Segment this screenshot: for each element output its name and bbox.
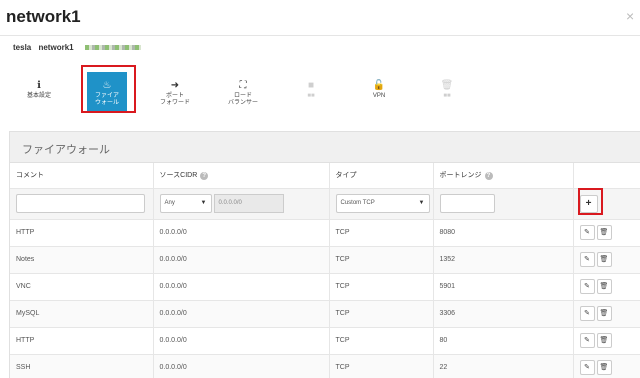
cell-actions: ✎ 🗑 [572, 219, 640, 247]
pencil-icon[interactable]: ✎ [579, 333, 595, 348]
info-icon: ℹ [37, 80, 41, 91]
pencil-icon[interactable]: ✎ [579, 252, 595, 267]
trash-icon[interactable]: 🗑 [596, 252, 612, 267]
cell-actions: ✎ 🗑 [572, 327, 640, 355]
table-row: HTTP 0.0.0.0/0 TCP 80 ✎ 🗑 [10, 327, 640, 355]
cell-type: TCP [328, 300, 433, 328]
cell-port: 5901 [432, 273, 573, 301]
tab-label-line2: バランサー [227, 100, 258, 106]
unlock-icon: 🔓 [372, 80, 386, 91]
table-row: Notes 0.0.0.0/0 TCP 1352 ✎ 🗑 [10, 246, 640, 274]
cell-comment: SSH [10, 354, 153, 378]
table-row: VNC 0.0.0.0/0 TCP 5901 ✎ 🗑 [10, 273, 640, 301]
disabled-square-icon: ■ [307, 80, 315, 91]
firewall-tab-highlight [81, 65, 136, 113]
cell-actions: ✎ 🗑 [572, 300, 640, 328]
cell-type: TCP [328, 246, 433, 274]
port-forward-icon: ➜ [170, 80, 180, 91]
breadcrumb-network: network1 [38, 43, 74, 52]
trash-icon[interactable]: 🗑 [596, 333, 612, 348]
type-select[interactable]: Custom TCP ▼ [335, 194, 430, 213]
cell-actions: ✎ 🗑 [572, 246, 640, 274]
cell-port: 80 [432, 327, 573, 355]
tab-label: ■■ [443, 93, 451, 99]
column-header-source-cidr: ソースCIDR? [152, 163, 329, 189]
cell-cidr: 0.0.0.0/0 [152, 300, 329, 328]
pencil-icon[interactable]: ✎ [579, 360, 595, 375]
tab-disabled-1: ■ ■■ [300, 80, 322, 100]
tab-label-line2: フォワード [159, 100, 190, 106]
window-title: network1 [6, 7, 81, 26]
tab-disabled-2: 🗑 ■■ [436, 80, 458, 100]
column-header-comment: コメント [10, 163, 153, 189]
column-header-port-range: ポートレンジ? [432, 163, 573, 189]
cell-comment: VNC [10, 273, 153, 301]
redacted-id [84, 45, 141, 51]
trash-icon: 🗑 [440, 80, 454, 91]
table-row: SSH 0.0.0.0/0 TCP 22 ✎ 🗑 [10, 354, 640, 378]
table-row: MySQL 0.0.0.0/0 TCP 3306 ✎ 🗑 [10, 300, 640, 328]
cell-cidr: 0.0.0.0/0 [152, 327, 329, 355]
tab-label: VPN [372, 93, 386, 99]
breadcrumb: tesla network1 [13, 43, 141, 52]
cidr-input: 0.0.0.0/0 [213, 194, 284, 213]
cell-cidr: 0.0.0.0/0 [152, 246, 329, 274]
tab-label: 基本設定 [26, 93, 51, 99]
tab-basic-settings[interactable]: ℹ 基本設定 [22, 80, 56, 100]
column-header-type: タイプ [328, 163, 433, 189]
cell-comment: HTTP [10, 327, 153, 355]
cell-type: TCP [328, 273, 433, 301]
cell-cidr: 0.0.0.0/0 [152, 219, 329, 247]
tab-load-balancer[interactable]: ⛶ ロード バランサー [221, 80, 265, 107]
load-balancer-icon: ⛶ [239, 80, 247, 91]
cell-port: 8080 [432, 219, 573, 247]
cell-type: TCP [328, 354, 433, 378]
firewall-panel: ファイアウォール コメント ソースCIDR? タイプ ポートレンジ? Any ▼ 0… [9, 131, 640, 378]
cell-comment: MySQL [10, 300, 153, 328]
cell-port: 3306 [432, 300, 573, 328]
pencil-icon[interactable]: ✎ [579, 306, 595, 321]
new-rule-row: Any ▼ 0.0.0.0/0 Custom TCP ▼ + [10, 188, 640, 220]
tab-port-forward[interactable]: ➜ ポート フォワード [155, 80, 195, 107]
cell-actions: ✎ 🗑 [572, 354, 640, 378]
cell-comment: HTTP [10, 219, 153, 247]
cidr-select[interactable]: Any ▼ [159, 194, 212, 213]
cell-type: TCP [328, 327, 433, 355]
caret-down-icon: ▼ [418, 200, 425, 206]
table-row: HTTP 0.0.0.0/0 TCP 8080 ✎ 🗑 [10, 219, 640, 247]
cell-type: TCP [328, 219, 433, 247]
cell-cidr: 0.0.0.0/0 [152, 354, 329, 378]
pencil-icon[interactable]: ✎ [579, 279, 595, 294]
tab-label: ■■ [307, 93, 315, 99]
cell-port: 1352 [432, 246, 573, 274]
breadcrumb-account[interactable]: tesla [13, 43, 31, 52]
trash-icon[interactable]: 🗑 [596, 279, 612, 294]
pencil-icon[interactable]: ✎ [579, 225, 595, 240]
cell-cidr: 0.0.0.0/0 [152, 273, 329, 301]
caret-down-icon: ▼ [200, 200, 207, 206]
trash-icon[interactable]: 🗑 [596, 360, 612, 375]
tab-label-line1: ロード [233, 93, 252, 99]
tab-label-line1: ポート [165, 93, 184, 99]
cell-comment: Notes [10, 246, 153, 274]
help-icon[interactable]: ? [200, 172, 209, 181]
header-divider [0, 35, 640, 36]
firewall-rules-table: コメント ソースCIDR? タイプ ポートレンジ? Any ▼ 0.0.0.0/0 … [10, 163, 640, 378]
help-icon[interactable]: ? [484, 172, 493, 181]
trash-icon[interactable]: 🗑 [596, 306, 612, 321]
cell-actions: ✎ 🗑 [572, 273, 640, 301]
close-icon[interactable]: × [626, 9, 634, 23]
tab-vpn[interactable]: 🔓 VPN [366, 80, 392, 100]
comment-input[interactable] [16, 194, 145, 213]
column-header-actions [572, 163, 640, 189]
panel-title: ファイアウォール [10, 132, 640, 163]
cell-port: 22 [432, 354, 573, 378]
add-button-highlight [578, 188, 603, 215]
trash-icon[interactable]: 🗑 [596, 225, 612, 240]
port-input[interactable] [439, 194, 495, 213]
